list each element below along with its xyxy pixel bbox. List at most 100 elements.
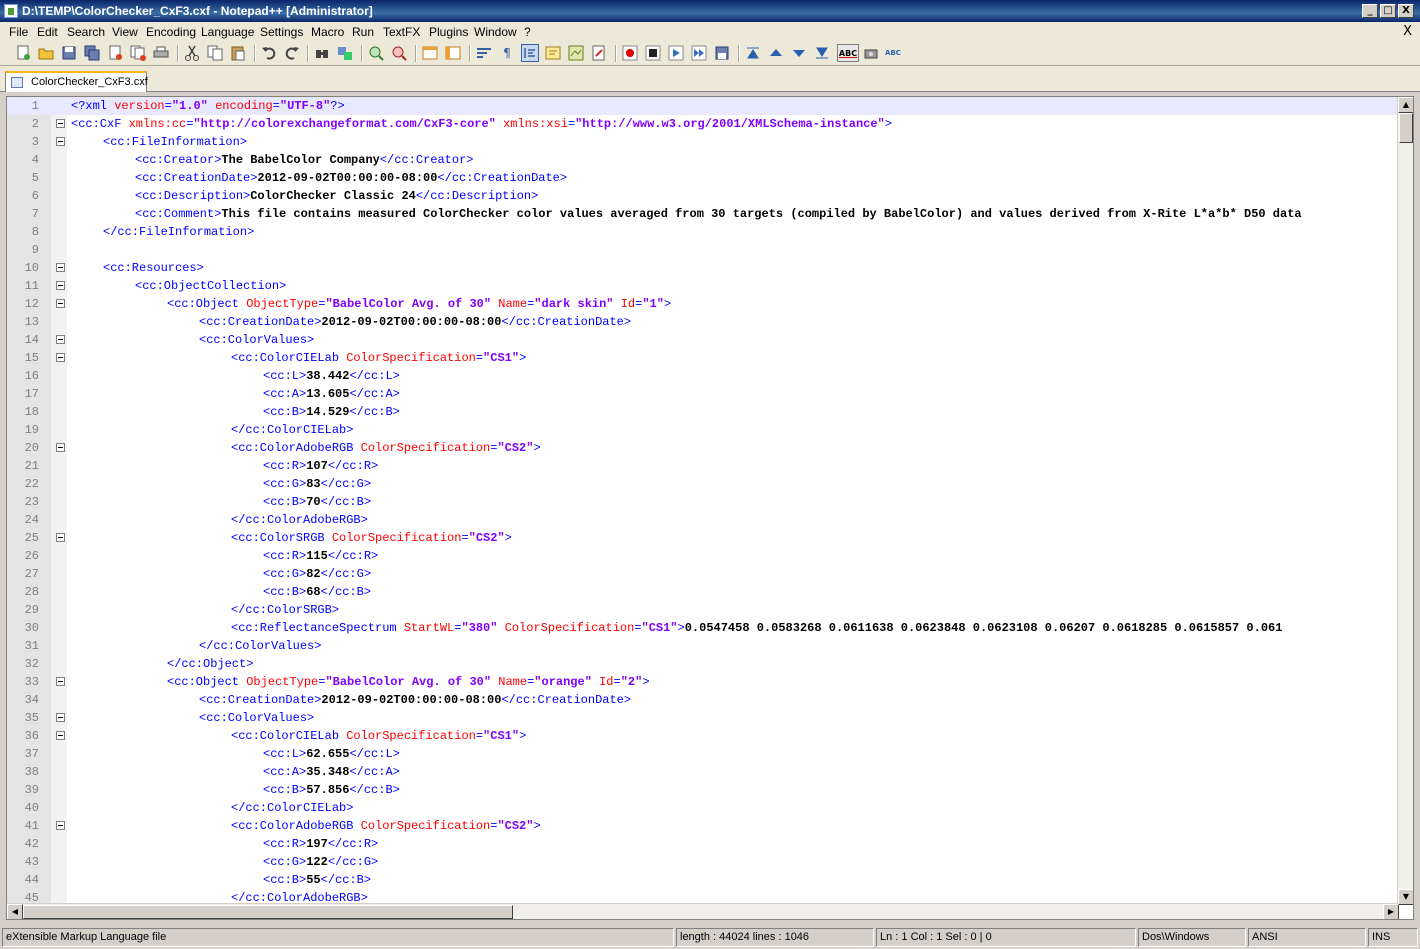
textfx-collapse-icon[interactable] (744, 44, 762, 62)
record-macro-icon[interactable] (621, 44, 639, 62)
code-line[interactable]: 5 <cc:CreationDate>2012-09-02T00:00:00-08… (7, 169, 1399, 187)
minimize-button[interactable]: _ (1362, 4, 1378, 18)
code-line[interactable]: 10 <cc:Resources> (7, 259, 1399, 277)
menu-language[interactable]: Language (201, 25, 254, 39)
menu-encoding[interactable]: Encoding (146, 25, 196, 39)
code-line[interactable]: 16 <cc:L>38.442</cc:L> (7, 367, 1399, 385)
scroll-up-button[interactable]: ▲ (1398, 97, 1413, 113)
save-icon[interactable] (60, 44, 78, 62)
paste-icon[interactable] (229, 44, 247, 62)
menu-view[interactable]: View (112, 25, 138, 39)
show-all-chars-icon[interactable]: ¶ (498, 44, 516, 62)
code-line[interactable]: 42 <cc:R>197</cc:R> (7, 835, 1399, 853)
code-line[interactable]: 29 </cc:ColorSRGB> (7, 601, 1399, 619)
code-line[interactable]: 37 <cc:L>62.655</cc:L> (7, 745, 1399, 763)
code-line[interactable]: 23 <cc:B>70</cc:B> (7, 493, 1399, 511)
close-icon[interactable] (106, 44, 124, 62)
code-line[interactable]: 32 </cc:Object> (7, 655, 1399, 673)
code-line[interactable]: 38 <cc:A>35.348</cc:A> (7, 763, 1399, 781)
doc-map-icon[interactable] (567, 44, 585, 62)
code-line[interactable]: 9 (7, 241, 1399, 259)
vertical-scroll-thumb[interactable] (1399, 113, 1413, 143)
scroll-left-button[interactable]: ◀ (7, 904, 23, 919)
indent-guide-icon[interactable] (521, 44, 539, 62)
title-bar[interactable]: D:\TEMP\ColorChecker_CxF3.cxf - Notepad+… (0, 0, 1420, 22)
word-wrap-icon[interactable] (475, 44, 493, 62)
menu-file[interactable]: File (9, 25, 28, 39)
fold-toggle-icon[interactable] (56, 299, 65, 308)
fold-toggle-icon[interactable] (56, 677, 65, 686)
code-line[interactable]: 28 <cc:B>68</cc:B> (7, 583, 1399, 601)
zoom-in-icon[interactable] (367, 44, 385, 62)
menu-settings[interactable]: Settings (260, 25, 303, 39)
tab-colorchecker-cxf3[interactable]: ColorChecker_CxF3.cxf (5, 71, 148, 92)
horizontal-scroll-thumb[interactable] (23, 905, 513, 919)
menu-window[interactable]: Window (474, 25, 517, 39)
code-line[interactable]: 25 <cc:ColorSRGB ColorSpecification="CS2"… (7, 529, 1399, 547)
function-list-icon[interactable] (590, 44, 608, 62)
textfx-up-icon[interactable] (767, 44, 785, 62)
code-line[interactable]: 14 <cc:ColorValues> (7, 331, 1399, 349)
fold-toggle-icon[interactable] (56, 281, 65, 290)
redo-icon[interactable] (283, 44, 301, 62)
cut-icon[interactable] (183, 44, 201, 62)
close-all-icon[interactable] (129, 44, 147, 62)
code-line[interactable]: 20 <cc:ColorAdobeRGB ColorSpecification="… (7, 439, 1399, 457)
menu-help[interactable]: ? (524, 25, 531, 39)
undo-icon[interactable] (260, 44, 278, 62)
code-line[interactable]: 34 <cc:CreationDate>2012-09-02T00:00:00-0… (7, 691, 1399, 709)
sync-vertical-icon[interactable] (421, 44, 439, 62)
copy-icon[interactable] (206, 44, 224, 62)
textfx-down-icon[interactable] (790, 44, 808, 62)
textfx-expand-icon[interactable] (813, 44, 831, 62)
close-document-button[interactable]: X (1403, 24, 1412, 39)
fold-toggle-icon[interactable] (56, 119, 65, 128)
code-line[interactable]: 8 </cc:FileInformation> (7, 223, 1399, 241)
code-line[interactable]: 7 <cc:Comment>This file contains measured… (7, 205, 1399, 223)
print-icon[interactable] (152, 44, 170, 62)
fold-toggle-icon[interactable] (56, 353, 65, 362)
code-line[interactable]: 19 </cc:ColorCIELab> (7, 421, 1399, 439)
code-line[interactable]: 41 <cc:ColorAdobeRGB ColorSpecification="… (7, 817, 1399, 835)
stop-record-icon[interactable] (644, 44, 662, 62)
save-macro-icon[interactable] (713, 44, 731, 62)
play-macro-icon[interactable] (667, 44, 685, 62)
menu-macro[interactable]: Macro (311, 25, 344, 39)
fold-toggle-icon[interactable] (56, 533, 65, 542)
notepad-plus-plus-app-icon[interactable] (4, 4, 18, 18)
menu-edit[interactable]: Edit (37, 25, 58, 39)
code-line[interactable]: 35 <cc:ColorValues> (7, 709, 1399, 727)
menu-plugins[interactable]: Plugins (429, 25, 468, 39)
save-all-icon[interactable] (83, 44, 101, 62)
code-line[interactable]: 24 </cc:ColorAdobeRGB> (7, 511, 1399, 529)
code-line[interactable]: 33 <cc:Object ObjectType = "BabelColor Avg.… (7, 673, 1399, 691)
code-line[interactable]: 17 <cc:A>13.605</cc:A> (7, 385, 1399, 403)
menu-run[interactable]: Run (352, 25, 374, 39)
fold-toggle-icon[interactable] (56, 335, 65, 344)
spell-options-icon[interactable] (862, 44, 880, 62)
close-window-button[interactable]: X (1398, 4, 1414, 18)
spell-auto-icon[interactable]: ABC (884, 44, 902, 62)
fold-toggle-icon[interactable] (56, 713, 65, 722)
code-line[interactable]: 1 <?xml version="1.0" encoding="UTF-8"?> (7, 97, 1399, 115)
code-line[interactable]: 13 <cc:CreationDate>2012-09-02T00:00:00-0… (7, 313, 1399, 331)
sync-horizontal-icon[interactable] (444, 44, 462, 62)
code-line[interactable]: 3 <cc:FileInformation> (7, 133, 1399, 151)
spell-check-icon[interactable]: ABC (837, 44, 859, 62)
code-line[interactable]: 6 <cc:Description>ColorChecker Classic 24… (7, 187, 1399, 205)
find-icon[interactable] (313, 44, 331, 62)
scroll-down-button[interactable]: ▼ (1398, 889, 1413, 905)
code-line[interactable]: 39 <cc:B>57.856</cc:B> (7, 781, 1399, 799)
replace-icon[interactable] (336, 44, 354, 62)
fold-toggle-icon[interactable] (56, 443, 65, 452)
fold-toggle-icon[interactable] (56, 821, 65, 830)
open-file-icon[interactable] (37, 44, 55, 62)
code-line[interactable]: 11 <cc:ObjectCollection> (7, 277, 1399, 295)
fold-toggle-icon[interactable] (56, 263, 65, 272)
code-line[interactable]: 31 </cc:ColorValues> (7, 637, 1399, 655)
new-file-icon[interactable] (14, 44, 32, 62)
code-line[interactable]: 36 <cc:ColorCIELab ColorSpecification="CS… (7, 727, 1399, 745)
code-line[interactable]: 26 <cc:R>115</cc:R> (7, 547, 1399, 565)
code-line[interactable]: 43 <cc:G>122</cc:G> (7, 853, 1399, 871)
code-line[interactable]: 40 </cc:ColorCIELab> (7, 799, 1399, 817)
